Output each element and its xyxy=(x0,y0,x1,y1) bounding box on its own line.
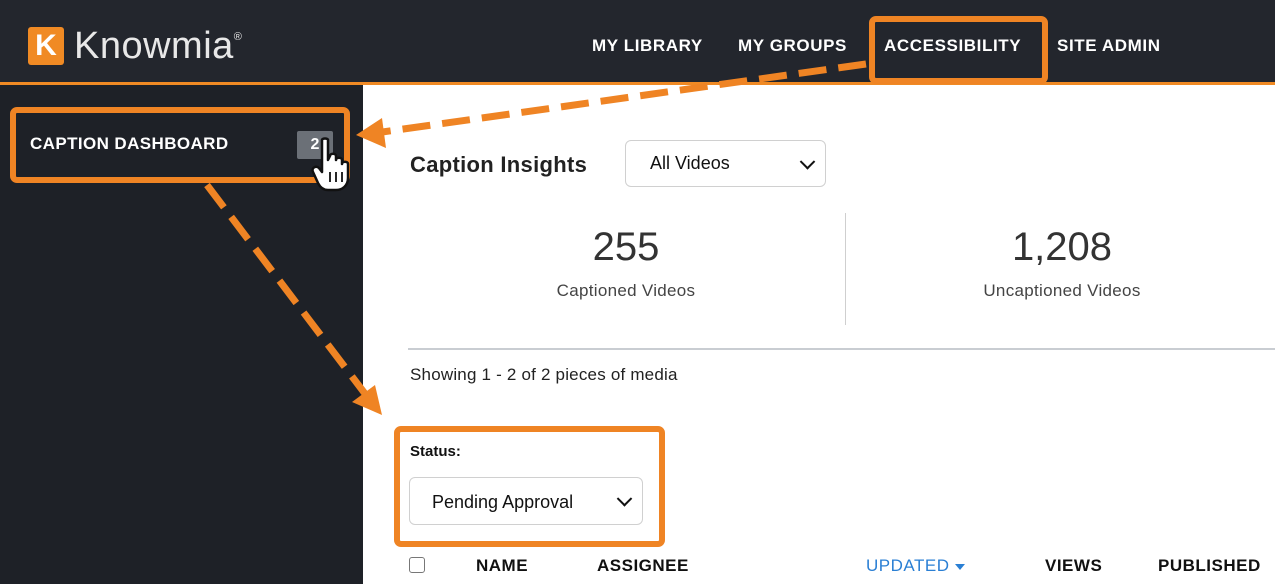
nav-label: MY GROUPS xyxy=(738,36,847,55)
brand-name: Knowmia® xyxy=(74,27,242,65)
sort-caret-icon xyxy=(955,563,966,570)
nav-my-groups[interactable]: MY GROUPS xyxy=(738,36,847,60)
nav-accessibility[interactable]: ACCESSIBILITY xyxy=(884,36,1021,60)
nav-label: ACCESSIBILITY xyxy=(884,36,1022,55)
caption-insights-title: Caption Insights xyxy=(410,152,588,177)
media-count-text: Showing 1 - 2 of 2 pieces of media xyxy=(410,365,678,384)
chevron-down-icon xyxy=(799,153,816,170)
caption-count-badge: 2 xyxy=(297,131,333,159)
knowmia-logo[interactable]: K Knowmia® xyxy=(28,27,242,65)
logo-k-icon: K xyxy=(28,27,64,65)
brand-text: Knowmia xyxy=(74,25,234,67)
registered-mark: ® xyxy=(233,31,243,43)
section-divider xyxy=(408,348,1275,350)
select-all-checkbox[interactable] xyxy=(409,557,425,573)
status-filter-label: Status: xyxy=(410,443,461,460)
captioned-count: 255 xyxy=(592,225,660,269)
captioned-label: Captioned Videos xyxy=(556,281,696,300)
video-filter-select[interactable]: All Videos xyxy=(625,140,826,187)
nav-label: MY LIBRARY xyxy=(592,36,703,55)
column-published[interactable]: PUBLISHED xyxy=(1158,556,1261,576)
status-filter-select[interactable]: Pending Approval xyxy=(409,477,643,525)
uncaptioned-label: Uncaptioned Videos xyxy=(983,281,1141,300)
column-assignee[interactable]: ASSIGNEE xyxy=(597,556,689,576)
nav-my-library[interactable]: MY LIBRARY xyxy=(592,36,703,60)
sidebar-item-caption-dashboard[interactable]: CAPTION DASHBOARD xyxy=(30,134,229,154)
column-updated-label: UPDATED xyxy=(866,556,950,575)
nav-label: SITE ADMIN xyxy=(1057,36,1161,55)
column-name[interactable]: NAME xyxy=(476,556,528,576)
top-nav-bar: K Knowmia® MY LIBRARY MY GROUPS ACCESSIB… xyxy=(0,0,1275,85)
column-views[interactable]: VIEWS xyxy=(1045,556,1102,576)
stat-divider xyxy=(845,213,846,325)
uncaptioned-count: 1,208 xyxy=(1011,225,1113,269)
sidebar xyxy=(0,85,363,584)
video-filter-value: All Videos xyxy=(650,153,730,173)
chevron-down-icon xyxy=(616,491,633,507)
nav-site-admin[interactable]: SITE ADMIN xyxy=(1057,36,1161,60)
status-filter-value: Pending Approval xyxy=(432,492,574,512)
column-updated[interactable]: UPDATED xyxy=(866,556,966,576)
